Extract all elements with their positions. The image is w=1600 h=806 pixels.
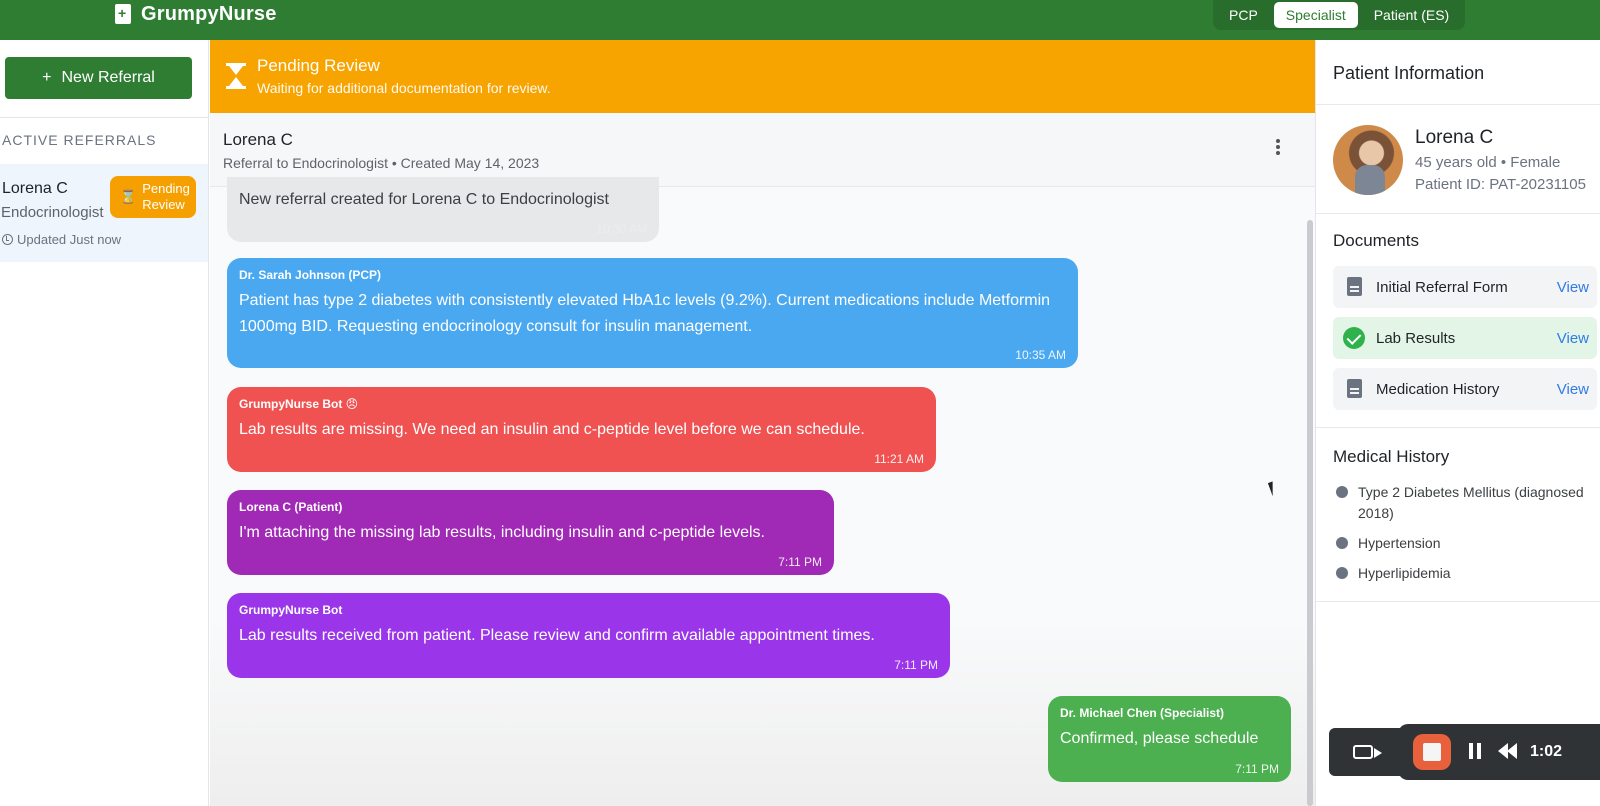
- message-text: New referral created for Lorena C to End…: [239, 191, 609, 208]
- chat-message: Dr. Michael Chen (Specialist) Confirmed,…: [1048, 696, 1291, 782]
- documents-heading: Documents: [1333, 231, 1419, 250]
- document-icon: [1347, 277, 1362, 296]
- patient-info-panel: Patient Information Lorena C 45 years ol…: [1315, 40, 1600, 806]
- hourglass-icon: ⌛: [120, 189, 137, 204]
- message-text: Lab results are missing. We need an insu…: [239, 421, 865, 438]
- message-text: Confirmed, please schedule: [1060, 730, 1259, 747]
- status-badge: ⌛ Pending Review: [110, 176, 196, 218]
- referral-patient-name: Lorena C: [2, 180, 68, 197]
- role-specialist-button[interactable]: Specialist: [1273, 2, 1358, 28]
- new-referral-label: New Referral: [61, 69, 155, 86]
- message-time: 10:30 AM: [596, 222, 647, 236]
- brand[interactable]: GrumpyNurse: [115, 0, 277, 28]
- status-banner: Pending Review Waiting for additional do…: [210, 40, 1315, 113]
- recording-timer: 1:02: [1530, 743, 1563, 760]
- divider: [1316, 104, 1600, 105]
- camera-toggle-button[interactable]: [1329, 728, 1408, 776]
- bullet-icon: [1336, 567, 1348, 579]
- document-name: Initial Referral Form: [1376, 279, 1508, 296]
- stop-recording-button[interactable]: [1413, 734, 1451, 770]
- document-item[interactable]: Lab Results View: [1333, 317, 1597, 359]
- patient-meta: 45 years old • Female: [1415, 154, 1561, 171]
- video-camera-icon: [1353, 745, 1373, 759]
- message-time: 10:35 AM: [1015, 348, 1066, 362]
- new-referral-button[interactable]: + New Referral: [5, 57, 192, 99]
- top-navbar: GrumpyNurse PCP Specialist Patient (ES): [0, 0, 1600, 40]
- section-label-active-referrals: ACTIVE REFERRALS: [2, 132, 157, 148]
- status-title: Pending Review: [257, 56, 380, 75]
- referral-title: Lorena C: [223, 130, 293, 149]
- divider: [1316, 213, 1600, 214]
- message-sender: Lorena C (Patient): [239, 500, 343, 514]
- referrals-sidebar: + New Referral ACTIVE REFERRALS Lorena C…: [0, 40, 209, 806]
- app-name: GrumpyNurse: [141, 2, 277, 25]
- patient-name: Lorena C: [1415, 127, 1494, 148]
- document-name: Medication History: [1376, 381, 1500, 398]
- view-link[interactable]: View: [1557, 330, 1589, 347]
- document-icon: [1347, 379, 1362, 398]
- view-link[interactable]: View: [1557, 381, 1589, 398]
- avatar: [1333, 125, 1403, 195]
- referral-updated: Updated Just now: [2, 232, 121, 247]
- clock-icon: [2, 234, 13, 245]
- referral-list-item[interactable]: Lorena C Endocrinologist ⌛ Pending Review…: [0, 164, 208, 262]
- divider: [0, 117, 209, 118]
- scrollbar[interactable]: [1307, 220, 1313, 806]
- more-options-icon[interactable]: [1273, 137, 1283, 157]
- status-subtitle: Waiting for additional documentation for…: [257, 80, 551, 96]
- divider: [1316, 601, 1600, 602]
- recording-controls: 1:02: [1398, 724, 1600, 780]
- bullet-icon: [1336, 486, 1348, 498]
- message-sender: Dr. Sarah Johnson (PCP): [239, 268, 382, 282]
- view-link[interactable]: View: [1557, 279, 1589, 296]
- role-switcher: PCP Specialist Patient (ES): [1213, 0, 1466, 30]
- history-item: Hypertension: [1336, 533, 1588, 554]
- chat-message: GrumpyNurse Bot 😠 Lab results are missin…: [227, 387, 936, 472]
- message-sender: Dr. Michael Chen (Specialist): [1060, 706, 1225, 720]
- referral-specialty: Endocrinologist: [1, 204, 104, 221]
- message-time: 7:11 PM: [778, 555, 822, 569]
- message-sender: GrumpyNurse Bot: [239, 603, 343, 617]
- plus-icon: +: [42, 69, 52, 86]
- bullet-icon: [1336, 537, 1348, 549]
- history-item: Hyperlipidemia: [1336, 563, 1588, 584]
- document-item[interactable]: Medication History View: [1333, 368, 1597, 410]
- chat-message: Dr. Sarah Johnson (PCP) Patient has type…: [227, 258, 1078, 368]
- document-item[interactable]: Initial Referral Form View: [1333, 266, 1597, 308]
- history-item: Type 2 Diabetes Mellitus (diagnosed 2018…: [1336, 482, 1588, 524]
- role-patient-es-button[interactable]: Patient (ES): [1362, 2, 1461, 28]
- hourglass-icon: [226, 63, 246, 89]
- rewind-icon[interactable]: [1498, 743, 1518, 759]
- referral-subtitle: Referral to Endocrinologist • Created Ma…: [223, 155, 540, 171]
- message-time: 11:21 AM: [874, 452, 924, 466]
- role-pcp-button[interactable]: PCP: [1217, 2, 1270, 28]
- referral-header: Lorena C Referral to Endocrinologist • C…: [210, 113, 1315, 187]
- message-text: I'm attaching the missing lab results, i…: [239, 524, 765, 541]
- message-sender: GrumpyNurse Bot 😠: [239, 397, 359, 411]
- check-circle-icon: [1343, 327, 1365, 349]
- status-badge-label: Pending Review: [142, 181, 190, 212]
- message-text: Patient has type 2 diabetes with consist…: [239, 292, 1051, 335]
- message-time: 7:11 PM: [1235, 762, 1279, 776]
- message-time: 7:11 PM: [894, 658, 938, 672]
- chat-message: GrumpyNurse Bot Lab results received fro…: [227, 593, 950, 678]
- pause-icon[interactable]: [1468, 743, 1482, 759]
- medical-history-heading: Medical History: [1333, 447, 1450, 466]
- medical-bag-icon: [115, 4, 131, 24]
- patient-id: Patient ID: PAT-20231105: [1415, 176, 1586, 193]
- message-text: Lab results received from patient. Pleas…: [239, 627, 875, 644]
- updated-text: Updated Just now: [17, 232, 122, 247]
- system-message: New referral created for Lorena C to End…: [227, 177, 659, 242]
- divider: [1316, 427, 1600, 428]
- panel-title: Patient Information: [1333, 63, 1485, 83]
- document-name: Lab Results: [1376, 330, 1456, 347]
- chat-message: Lorena C (Patient) I'm attaching the mis…: [227, 490, 834, 575]
